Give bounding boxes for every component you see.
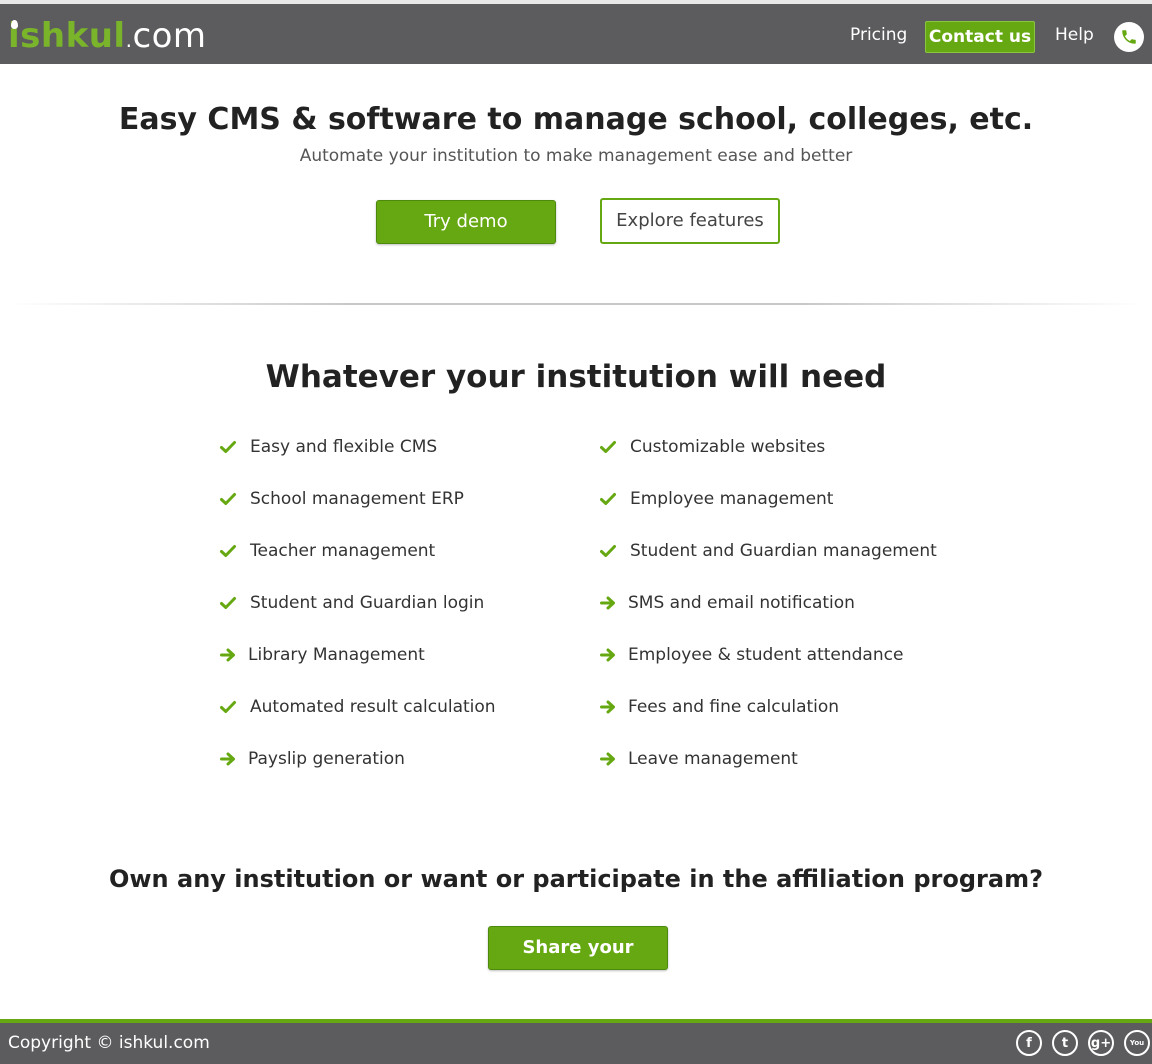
hero-title: Easy CMS & software to manage school, co… [118,102,1034,137]
feature-item: School management ERP [220,484,600,536]
feature-label: Payslip generation [248,749,405,769]
features-list-right: Customizable websites Employee management… [600,432,980,796]
feature-label: Employee management [630,489,834,509]
feature-label: Student and Guardian management [630,541,937,561]
logo-tld: com [132,16,207,56]
site-footer: Copyright © ishkul.com f t g+ You [0,1023,1152,1064]
feature-label: Leave management [628,749,798,769]
feature-item: Employee management [600,484,980,536]
feature-label: Automated result calculation [250,697,496,717]
arrow-right-icon [600,692,628,722]
feature-label: Customizable websites [630,437,826,457]
google-plus-icon[interactable]: g+ [1088,1030,1114,1056]
check-icon [220,536,250,566]
feature-item: Easy and flexible CMS [220,432,600,484]
youtube-icon[interactable]: You [1124,1030,1150,1056]
check-icon [600,484,630,514]
feature-label: Easy and flexible CMS [250,437,438,457]
arrow-right-icon [600,588,628,618]
feature-label: Student and Guardian login [250,593,485,613]
arrow-right-icon [600,744,628,774]
twitter-icon[interactable]: t [1052,1030,1078,1056]
feature-label: Teacher management [250,541,436,561]
logo-drop-icon [11,20,18,29]
features-list-left: Easy and flexible CMS School management E… [220,432,600,796]
site-logo[interactable]: ishkul.com [8,14,207,58]
feature-label: Fees and fine calculation [628,697,840,717]
share-your-words-button[interactable]: Share your words [488,926,668,1000]
logo-brand: ishkul [8,16,126,56]
check-icon [220,484,250,514]
feature-item: Customizable websites [600,432,980,484]
nav-pricing-link[interactable]: Pricing [850,24,907,46]
feature-label: School management ERP [250,489,464,509]
explore-features-button[interactable]: Explore features [600,198,780,244]
feature-item: Student and Guardian login [220,588,600,640]
arrow-right-icon [220,640,248,670]
check-icon [220,432,250,462]
feature-label: Library Management [248,645,425,665]
phone-icon[interactable] [1114,22,1144,52]
feature-item: Teacher management [220,536,600,588]
check-icon [220,692,250,722]
nav-help-link[interactable]: Help [1055,24,1094,46]
feature-label: Employee & student attendance [628,645,904,665]
check-icon [600,432,630,462]
affiliation-title: Own any institution or want or participa… [108,865,1043,893]
check-icon [600,536,630,566]
contact-us-button[interactable]: Contact us [925,21,1035,53]
arrow-right-icon [600,640,628,670]
feature-item: Payslip generation [220,744,600,796]
section-divider [10,303,1142,305]
feature-item: Leave management [600,744,980,796]
arrow-right-icon [220,744,248,774]
feature-label: SMS and email notification [628,593,855,613]
feature-item: Fees and fine calculation [600,692,980,744]
features-title: Whatever your institution will need [265,359,887,395]
hero-subtitle: Automate your institution to make manage… [299,146,853,166]
feature-item: Employee & student attendance [600,640,980,692]
feature-item: SMS and email notification [600,588,980,640]
feature-item: Library Management [220,640,600,692]
try-demo-button[interactable]: Try demo [376,200,556,244]
copyright-text: Copyright © ishkul.com [8,1033,210,1053]
feature-item: Automated result calculation [220,692,600,744]
facebook-icon[interactable]: f [1016,1030,1042,1056]
feature-item: Student and Guardian management [600,536,980,588]
site-header: ishkul.com Pricing Contact us Help [0,4,1152,64]
check-icon [220,588,250,618]
